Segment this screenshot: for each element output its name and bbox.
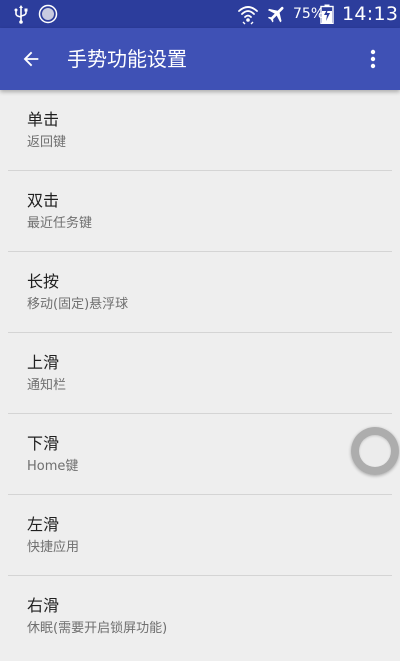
back-button[interactable] — [12, 40, 50, 78]
status-bar: 75% 14:13 — [0, 0, 400, 28]
gesture-item-long-press[interactable]: 长按 移动(固定)悬浮球 — [0, 252, 400, 333]
gesture-title: 右滑 — [27, 596, 60, 615]
gesture-item-swipe-right[interactable]: 右滑 休眠(需要开启锁屏功能) — [0, 576, 400, 657]
gesture-action: 最近任务键 — [27, 216, 93, 231]
gesture-title: 下滑 — [27, 434, 60, 453]
clock: 14:13 — [342, 3, 399, 25]
gesture-action: 通知栏 — [27, 378, 67, 393]
gesture-action: 休眠(需要开启锁屏功能) — [27, 621, 168, 636]
gesture-action: 移动(固定)悬浮球 — [27, 297, 129, 312]
gesture-action: Home键 — [27, 459, 79, 474]
gesture-item-single-tap[interactable]: 单击 返回键 — [0, 90, 400, 171]
overflow-menu-button[interactable] — [358, 40, 388, 78]
gesture-item-double-tap[interactable]: 双击 最近任务键 — [0, 171, 400, 252]
gesture-title: 长按 — [27, 272, 60, 291]
gesture-title: 单击 — [27, 110, 60, 129]
gesture-action: 返回键 — [27, 135, 67, 150]
gesture-title: 左滑 — [27, 515, 60, 534]
gesture-action: 快捷应用 — [27, 540, 80, 555]
page-title: 手势功能设置 — [67, 47, 187, 71]
gesture-item-swipe-left[interactable]: 左滑 快捷应用 — [0, 495, 400, 576]
battery-charging-icon — [320, 4, 334, 25]
wifi-icon — [237, 3, 259, 25]
airplane-icon — [266, 3, 288, 25]
record-icon — [38, 4, 58, 24]
gesture-title: 双击 — [27, 191, 60, 210]
arrow-back-icon — [23, 51, 39, 67]
gesture-item-swipe-up[interactable]: 上滑 通知栏 — [0, 333, 400, 414]
gesture-title: 上滑 — [27, 353, 60, 372]
toolbar: 手势功能设置 — [0, 28, 400, 90]
gesture-item-swipe-down[interactable]: 下滑 Home键 — [0, 414, 400, 495]
floating-ball-center — [359, 435, 391, 467]
usb-icon — [13, 4, 29, 24]
more-vert-icon — [370, 49, 376, 69]
gesture-settings-list: 单击 返回键 双击 最近任务键 长按 移动(固定)悬浮球 上滑 通知栏 下滑 H… — [0, 90, 400, 657]
floating-ball[interactable] — [351, 427, 399, 475]
